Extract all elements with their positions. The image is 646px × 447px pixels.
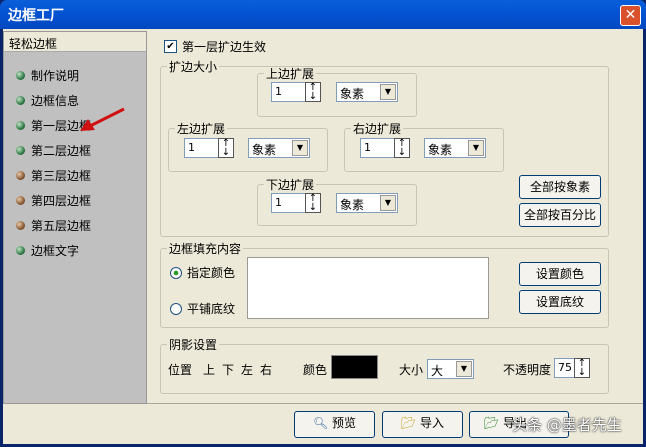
sidebar-item[interactable]: 第三层边框 — [16, 166, 91, 184]
magnifier-icon: 🔍︎ — [312, 416, 329, 430]
spin-icon[interactable]: ↑ ↓ — [305, 82, 321, 102]
sidebar-item-label: 第四层边框 — [31, 193, 92, 208]
position-left[interactable]: 左 — [241, 361, 253, 378]
set-texture-button[interactable]: 设置底纹 — [519, 290, 601, 314]
sidebar-item[interactable]: 制作说明 — [16, 66, 79, 84]
right-unit: 象素 — [428, 143, 453, 157]
expand-title: 扩边大小 — [169, 60, 218, 74]
bottom-value[interactable]: 1 — [271, 193, 305, 213]
chevron-down-icon: ▼ — [456, 361, 472, 377]
right-value[interactable]: 1 — [360, 138, 394, 158]
spin-icon[interactable]: ↑ ↓ — [394, 138, 410, 158]
red-arrow-annotation — [80, 107, 125, 131]
sidebar-item-label: 第二层边框 — [31, 143, 92, 158]
left-spinner[interactable]: 1 ↑ ↓ — [184, 138, 234, 158]
left-value[interactable]: 1 — [184, 138, 218, 158]
right-unit-select[interactable]: 象素 ▼ — [424, 138, 486, 158]
sidebar-item-label: 制作说明 — [31, 68, 80, 83]
shadow-color-swatch[interactable] — [331, 355, 378, 379]
radio-texture-label: 平铺底纹 — [187, 302, 236, 316]
fill-preview — [247, 257, 489, 319]
sidebar-item-label: 第三层边框 — [31, 168, 92, 183]
left-unit: 象素 — [252, 143, 277, 157]
bullet-icon — [16, 70, 25, 80]
preview-button[interactable]: 🔍︎ 预览 — [294, 411, 375, 438]
size-value: 大 — [431, 364, 444, 378]
color-label: 颜色 — [303, 363, 328, 377]
fill-title: 边框填充内容 — [169, 242, 242, 256]
radio-selected-icon — [170, 266, 182, 279]
chevron-down-icon: ▼ — [380, 195, 396, 211]
folder-import-icon: 📂︎ — [400, 416, 417, 430]
sidebar-item[interactable]: 边框信息 — [16, 91, 79, 109]
sidebar-item[interactable]: 第五层边框 — [16, 216, 91, 234]
sidebar-item-label: 第五层边框 — [31, 218, 92, 233]
sidebar-item[interactable]: 边框文字 — [16, 241, 79, 259]
bottom-label: 下边扩展 — [266, 178, 315, 192]
shadow-title: 阴影设置 — [169, 338, 218, 352]
checkbox-icon: ✔ — [164, 40, 177, 53]
left-unit-select[interactable]: 象素 ▼ — [248, 138, 310, 158]
position-top[interactable]: 上 — [203, 361, 215, 378]
watermark: 头条 @墨者先生 — [512, 416, 622, 434]
preview-label: 预览 — [332, 416, 357, 430]
opacity-label: 不透明度 — [503, 363, 552, 377]
position-label: 位置 — [168, 363, 193, 377]
radio-color-label: 指定颜色 — [187, 266, 236, 280]
sidebar-item[interactable]: 第四层边框 — [16, 191, 91, 209]
bullet-icon — [16, 95, 25, 105]
radio-texture[interactable]: 平铺底纹 — [170, 300, 235, 317]
spin-icon[interactable]: ↑ ↓ — [574, 358, 590, 378]
position-right[interactable]: 右 — [260, 361, 272, 378]
bullet-icon — [16, 245, 25, 255]
sidebar-header: 轻松边框 — [4, 32, 146, 52]
position-bottom[interactable]: 下 — [222, 361, 234, 378]
enable-label: 第一层扩边生效 — [182, 40, 267, 54]
close-button[interactable]: ✕ — [620, 5, 641, 26]
size-label: 大小 — [399, 363, 424, 377]
top-unit-select[interactable]: 象素 ▼ — [336, 82, 398, 102]
top-label: 上边扩展 — [266, 67, 315, 81]
bullet-icon — [16, 195, 25, 205]
bottom-unit: 象素 — [340, 198, 365, 212]
divider — [147, 403, 643, 404]
chevron-down-icon: ▼ — [468, 140, 484, 156]
right-spinner[interactable]: 1 ↑ ↓ — [360, 138, 410, 158]
opacity-spinner[interactable]: 75 ↑ ↓ — [554, 358, 590, 378]
left-label: 左边扩展 — [177, 122, 226, 136]
right-label: 右边扩展 — [353, 122, 402, 136]
sidebar-item[interactable]: 第二层边框 — [16, 141, 91, 159]
sidebar-item-label: 边框信息 — [31, 93, 80, 108]
top-spinner[interactable]: 1 ↑ ↓ — [271, 82, 321, 102]
bullet-icon — [16, 145, 25, 155]
sidebar-item-label: 边框文字 — [31, 243, 80, 258]
title-bar — [0, 0, 646, 29]
chevron-down-icon: ▼ — [292, 140, 308, 156]
chevron-down-icon: ▼ — [380, 84, 396, 100]
opacity-value[interactable]: 75 — [554, 358, 574, 378]
enable-checkbox[interactable]: ✔ 第一层扩边生效 — [164, 38, 266, 55]
bullet-icon — [16, 170, 25, 180]
bottom-spinner[interactable]: 1 ↑ ↓ — [271, 193, 321, 213]
folder-export-icon: 📂︎ — [484, 416, 500, 430]
size-select[interactable]: 大 ▼ — [427, 359, 474, 379]
bullet-icon — [16, 220, 25, 230]
top-value[interactable]: 1 — [271, 82, 305, 102]
spin-icon[interactable]: ↑ ↓ — [305, 193, 321, 213]
import-label: 导入 — [420, 416, 445, 430]
all-pixel-button[interactable]: 全部按象素 — [519, 175, 601, 199]
radio-icon — [170, 302, 182, 315]
bullet-icon — [16, 120, 25, 130]
radio-color[interactable]: 指定颜色 — [170, 264, 235, 281]
set-color-button[interactable]: 设置颜色 — [519, 262, 601, 286]
position-options: 上下左右 — [203, 361, 272, 378]
bottom-unit-select[interactable]: 象素 ▼ — [336, 193, 398, 213]
window-title: 边框工厂 — [8, 8, 64, 24]
import-button[interactable]: 📂︎ 导入 — [382, 411, 463, 438]
spin-icon[interactable]: ↑ ↓ — [218, 138, 234, 158]
all-percent-button[interactable]: 全部按百分比 — [519, 203, 601, 227]
top-unit: 象素 — [340, 87, 365, 101]
